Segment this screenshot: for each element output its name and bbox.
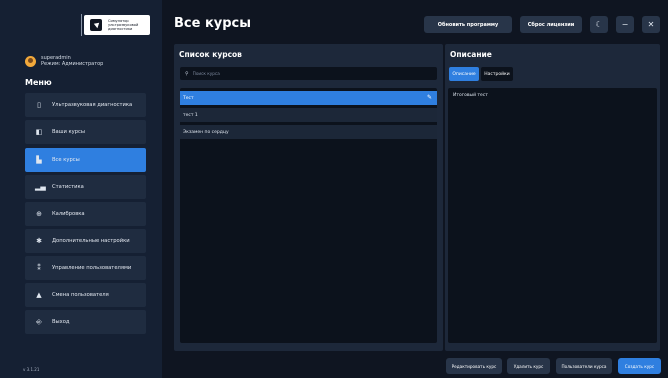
description-panel-title: Описание <box>450 50 492 59</box>
course-search[interactable]: ⚲ <box>180 67 437 80</box>
menu-title: Меню <box>25 78 52 87</box>
logo-divider <box>81 14 82 36</box>
close-icon: ✕ <box>647 20 655 29</box>
minimize-icon: − <box>621 20 629 29</box>
app-logo: Симулятор ультразвуковой диагностики <box>84 15 150 35</box>
edit-icon[interactable]: ✎ <box>427 94 432 101</box>
page-title: Все курсы <box>174 16 252 31</box>
sidebar-item-label: Все курсы <box>52 157 80 163</box>
reset-license-button[interactable]: Сброс лицензии <box>520 16 582 33</box>
sidebar-item-calibration[interactable]: ⊕ Калибровка <box>25 202 146 226</box>
sidebar-item-statistics[interactable]: ▂▄ Статистика <box>25 175 146 199</box>
delete-course-button[interactable]: Удалить курс <box>507 358 550 374</box>
edit-course-button[interactable]: Редактировать курс <box>446 358 502 374</box>
tab-description[interactable]: Описание <box>449 67 479 81</box>
sidebar-item-label: Ультразвуковая диагностика <box>52 102 133 108</box>
sidebar-item-all-courses[interactable]: ▙ Все курсы <box>25 148 146 172</box>
ultrasound-logo-icon <box>90 19 102 31</box>
chart-icon: ▂▄ <box>35 183 46 191</box>
sidebar-item-label: Выход <box>52 319 70 325</box>
course-name: тест 1 <box>183 112 198 118</box>
course-name: Экзамен по сердцу <box>183 129 229 135</box>
list-item[interactable]: Тест ✎ <box>180 91 437 105</box>
list-item[interactable]: тест 1 <box>180 108 437 122</box>
course-name: Тест <box>183 95 194 101</box>
sidebar: Симулятор ультразвуковой диагностики sup… <box>0 0 162 378</box>
course-users-button[interactable]: Пользователи курса <box>556 358 612 374</box>
list-item[interactable]: Экзамен по сердцу <box>180 125 437 139</box>
moon-icon: ☾ <box>595 20 603 29</box>
update-program-button[interactable]: Обновить программу <box>424 16 512 33</box>
book-icon: ◧ <box>35 128 43 136</box>
sidebar-item-label: Смена пользователя <box>52 292 109 298</box>
library-icon: ▙ <box>36 156 42 164</box>
courses-panel-title: Список курсов <box>179 50 242 59</box>
logo-text: Симулятор ультразвуковой диагностики <box>108 19 139 31</box>
avatar <box>25 55 36 67</box>
close-button[interactable]: ✕ <box>642 16 660 33</box>
sidebar-item-user-management[interactable]: ⁑ Управление пользователями <box>25 256 146 280</box>
minimize-button[interactable]: − <box>616 16 634 33</box>
user-mode: Режим: Администратор <box>41 61 104 67</box>
sidebar-item-label: Ваши курсы <box>52 129 85 135</box>
sidebar-item-switch-user[interactable]: ▲ Смена пользователя <box>25 283 146 307</box>
logout-icon: ⎆ <box>36 317 42 326</box>
crosshair-icon: ⊕ <box>36 210 42 218</box>
user-icon: ▲ <box>36 291 42 299</box>
user-info: superadmin Режим: Администратор <box>25 55 103 67</box>
sidebar-item-logout[interactable]: ⎆ Выход <box>25 310 146 334</box>
course-list: Тест ✎ тест 1 Экзамен по сердцу <box>180 88 437 343</box>
create-course-button[interactable]: Создать курс <box>618 358 661 374</box>
course-description: Итоговый тест <box>453 93 488 98</box>
phone-icon: ▯ <box>37 101 41 109</box>
sidebar-item-your-courses[interactable]: ◧ Ваши курсы <box>25 120 146 144</box>
sidebar-item-extra-settings[interactable]: ✱ Дополнительные настройки <box>25 229 146 253</box>
tab-settings[interactable]: Настройки <box>481 67 513 81</box>
users-icon: ⁑ <box>37 264 41 272</box>
sidebar-item-ultrasound[interactable]: ▯ Ультразвуковая диагностика <box>25 93 146 117</box>
app-version: v 3.1.21 <box>23 367 40 372</box>
gear-icon: ✱ <box>36 237 42 245</box>
sidebar-item-label: Дополнительные настройки <box>52 238 130 244</box>
description-area: Итоговый тест <box>448 88 657 343</box>
search-input[interactable] <box>192 71 393 76</box>
sidebar-item-label: Калибровка <box>52 211 85 217</box>
search-icon: ⚲ <box>185 70 189 77</box>
sidebar-item-label: Статистика <box>52 184 84 190</box>
sidebar-item-label: Управление пользователями <box>52 265 132 271</box>
theme-toggle-button[interactable]: ☾ <box>590 16 608 33</box>
